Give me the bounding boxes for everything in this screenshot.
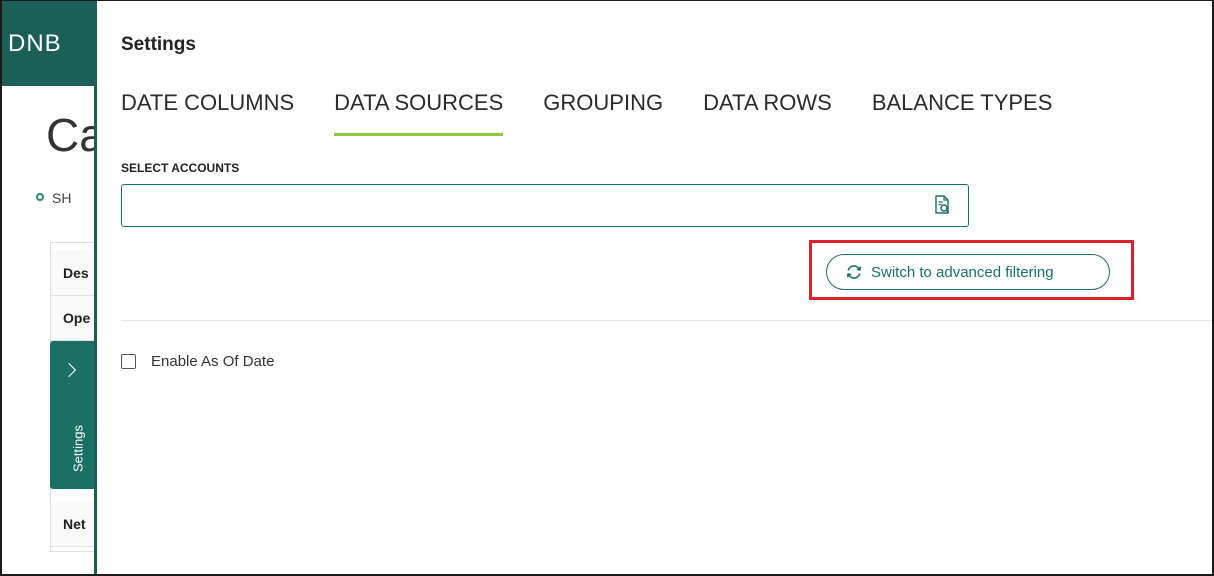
settings-side-tab[interactable]: Settings [50,341,96,489]
dnb-logo: DNB [8,30,62,57]
enable-as-of-date-checkbox[interactable] [121,354,136,369]
settings-tab-label: Settings [70,425,86,472]
section-divider [121,320,1214,321]
tab-data-sources[interactable]: DATA SOURCES [334,90,504,136]
select-accounts-label: SELECT ACCOUNTS [121,161,240,175]
panel-title: Settings [121,34,196,55]
status-dot-icon [36,193,44,201]
enable-as-of-date-label[interactable]: Enable As Of Date [151,353,274,370]
switch-advanced-filtering-label: Switch to advanced filtering [871,263,1054,281]
refresh-icon [847,265,861,279]
tab-balance-types[interactable]: BALANCE TYPES [872,90,1053,136]
tab-grouping[interactable]: GROUPING [543,90,663,136]
status-text: SH [52,190,72,206]
table-row: Net [51,502,96,547]
enable-as-of-date-row: Enable As Of Date [121,353,274,370]
switch-advanced-filtering-button[interactable]: Switch to advanced filtering [826,254,1110,290]
app-header: DNB [0,0,96,86]
background-app: DNB Ca SH Des Ope Net [0,0,96,576]
tab-data-rows[interactable]: DATA ROWS [703,90,832,136]
settings-tabs: DATE COLUMNS DATA SOURCES GROUPING DATA … [121,90,1092,138]
page-title: Ca [46,109,96,161]
settings-panel: Settings DATE COLUMNS DATA SOURCES GROUP… [97,0,1214,576]
account-search-icon[interactable] [933,195,951,215]
table-row: Ope [51,296,96,341]
tab-date-columns[interactable]: DATE COLUMNS [121,90,294,136]
table-row: Des [51,251,96,296]
chevron-right-icon [61,362,77,378]
select-accounts-input[interactable] [121,184,969,227]
